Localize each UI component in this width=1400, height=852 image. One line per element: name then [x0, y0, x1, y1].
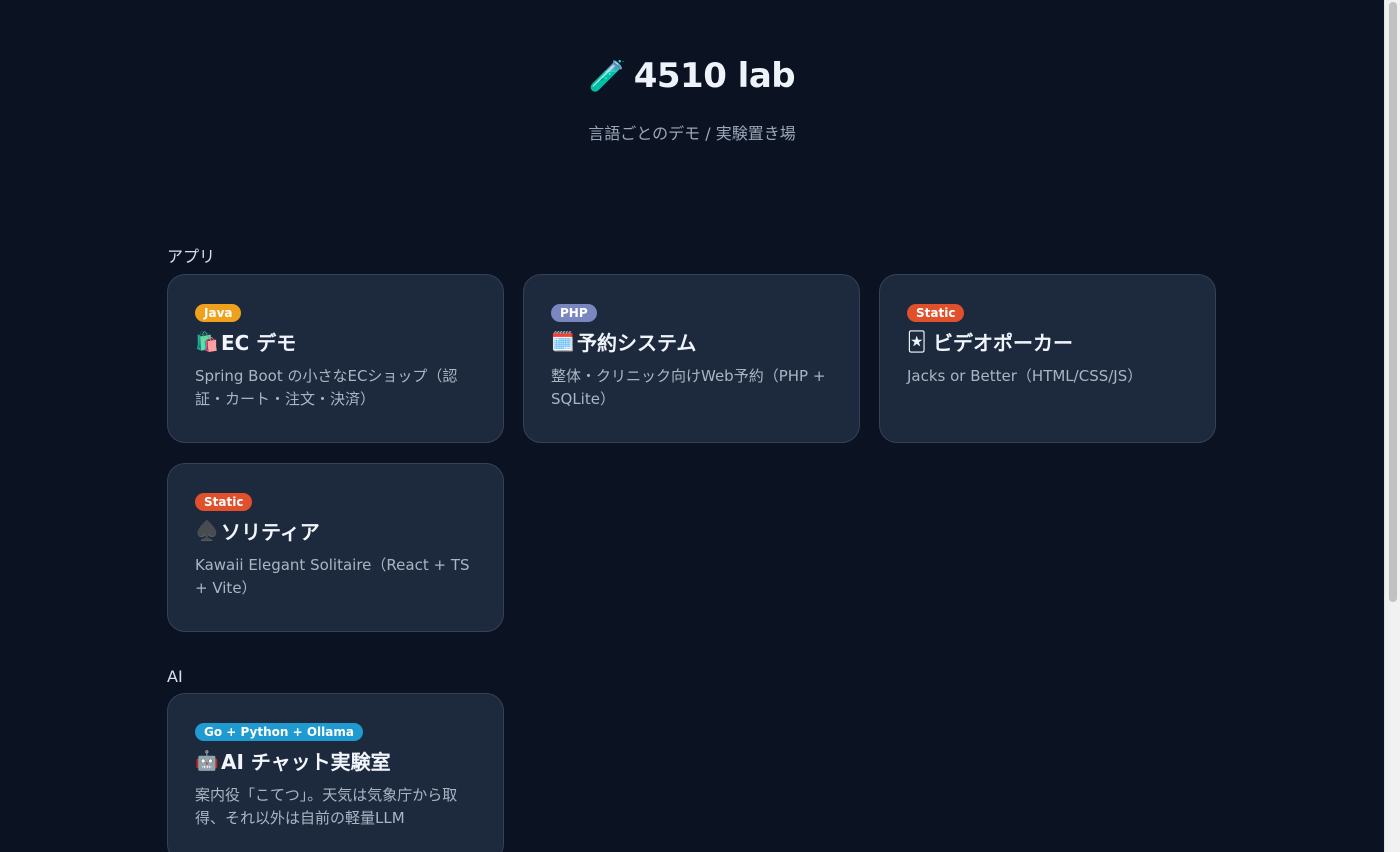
card-reservation-system[interactable]: PHP 🗓️ 予約システム 整体・クリニック向けWeb予約（PHP + SQLi…: [523, 274, 860, 443]
card-description: 案内役「こてつ」。天気は気象庁から取得、それ以外は自前の軽量LLM: [195, 786, 458, 827]
scrollbar-thumb[interactable]: [1389, 2, 1397, 602]
vertical-scrollbar[interactable]: [1384, 0, 1400, 852]
card-video-poker[interactable]: Static 🃏 ビデオポーカー Jacks or Better（HTML/CS…: [879, 274, 1216, 443]
card-title: 🛍️ EC デモ: [195, 327, 477, 356]
robot-icon: 🤖: [195, 750, 219, 772]
card-title: 🃏 ビデオポーカー: [907, 327, 1189, 356]
card-title-text: 予約システム: [577, 331, 697, 355]
playing-card-icon: 🃏: [907, 330, 927, 353]
card-title-text: EC デモ: [221, 331, 297, 355]
card-title-text: AI チャット実験室: [221, 750, 391, 774]
card-solitaire[interactable]: Static ♠️ ソリティア Kawaii Elegant Solitaire…: [167, 463, 504, 632]
card-title: 🗓️ 予約システム: [551, 327, 833, 356]
card-description: Kawaii Elegant Solitaire（React + TS + Vi…: [195, 556, 470, 597]
card-description: 整体・クリニック向けWeb予約（PHP + SQLite）: [551, 367, 826, 408]
page-title-text: 4510 lab: [633, 56, 796, 96]
badge-static: Static: [907, 304, 965, 322]
card-title: 🤖 AI チャット実験室: [195, 746, 477, 775]
card-title-text: ソリティア: [221, 520, 320, 544]
card-title: ♠️ ソリティア: [195, 516, 477, 545]
card-title-text: ビデオポーカー: [933, 331, 1073, 355]
page-subtitle: 言語ごとのデモ / 実験置き場: [588, 124, 796, 143]
badge-go-python-ollama: Go + Python + Ollama: [195, 723, 363, 741]
card-description: Spring Boot の小さなECショップ（認証・カート・注文・決済）: [195, 367, 458, 408]
badge-static: Static: [195, 493, 253, 511]
badge-php: PHP: [551, 304, 597, 322]
spade-icon: ♠️: [195, 520, 219, 542]
card-ai-chat-lab[interactable]: Go + Python + Ollama 🤖 AI チャット実験室 案内役「こて…: [167, 693, 504, 852]
test-tube-icon: 🧪: [588, 58, 626, 94]
card-ec-demo[interactable]: Java 🛍️ EC デモ Spring Boot の小さなECショップ（認証・…: [167, 274, 504, 443]
page-title: 🧪 4510 lab: [588, 56, 796, 96]
page: 🧪 4510 lab 言語ごとのデモ / 実験置き場 アプリ Java 🛍️ E…: [0, 0, 1400, 852]
section-label-apps: アプリ: [167, 247, 216, 266]
page-header: 🧪 4510 lab 言語ごとのデモ / 実験置き場: [0, 56, 1384, 144]
card-description: Jacks or Better（HTML/CSS/JS）: [907, 367, 1143, 385]
calendar-icon: 🗓️: [551, 331, 575, 353]
section-label-ai: AI: [167, 667, 183, 686]
badge-java: Java: [195, 304, 242, 322]
shopping-bags-icon: 🛍️: [195, 331, 219, 353]
